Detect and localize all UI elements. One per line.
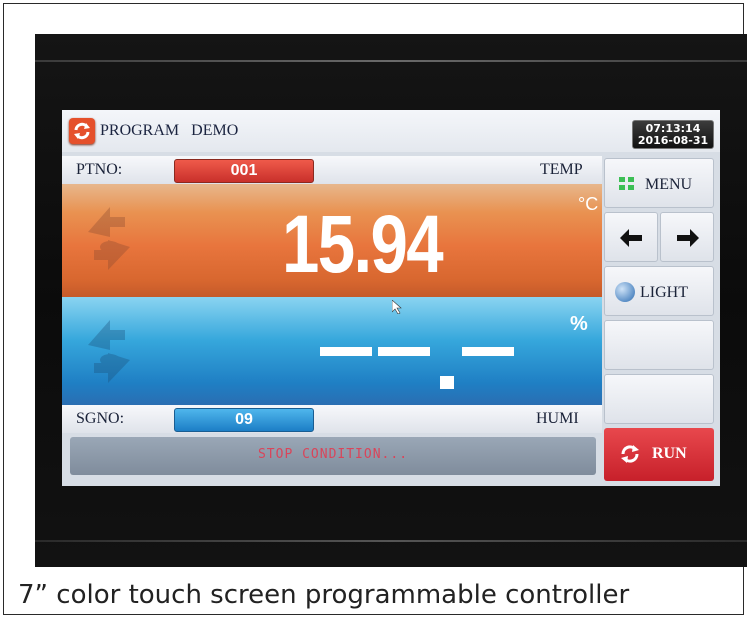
controller-screen: PROGRAM DEMO 07:13:14 2016-08-31 PTNO: 0…: [62, 110, 720, 486]
temp-trend-icon: [88, 207, 130, 270]
humi-dash-2: [378, 347, 430, 356]
arrow-left-button[interactable]: [604, 212, 658, 262]
blank-button-2[interactable]: [604, 374, 714, 424]
ptno-label: PTNO:: [76, 161, 123, 178]
program-title: PROGRAM DEMO: [100, 122, 239, 139]
run-label: RUN: [652, 445, 687, 462]
program-refresh-icon[interactable]: [69, 118, 95, 144]
arrow-right-button[interactable]: [660, 212, 714, 262]
humidity-panel: %: [62, 297, 602, 405]
humi-dash-1: [320, 347, 372, 356]
arrow-left-icon: [620, 229, 642, 247]
humi-dash-3: [462, 347, 514, 356]
run-button[interactable]: RUN: [604, 428, 714, 481]
status-text: STOP CONDITION...: [257, 447, 409, 462]
clock-date: 2016-08-31: [637, 134, 709, 147]
temp-section-label: TEMP: [540, 161, 583, 178]
sgno-label: SGNO:: [76, 410, 125, 427]
datetime-display: 07:13:14 2016-08-31: [632, 120, 714, 149]
blank-button-1[interactable]: [604, 320, 714, 370]
menu-grid-icon: [619, 177, 634, 190]
bezel-highlight-bottom: [35, 540, 747, 542]
temp-unit: °C: [578, 194, 599, 214]
header-bar: PROGRAM DEMO 07:13:14 2016-08-31: [62, 110, 720, 152]
light-button[interactable]: LIGHT: [604, 266, 714, 316]
bezel-highlight-top: [35, 60, 747, 62]
light-indicator-icon: [615, 282, 635, 302]
menu-label: MENU: [645, 176, 693, 193]
humi-info-row: SGNO: 09 HUMI: [62, 405, 602, 433]
menu-button[interactable]: MENU: [604, 158, 714, 208]
arrow-right-icon: [677, 229, 699, 247]
humi-unit: %: [570, 313, 588, 335]
humi-trend-icon: [88, 320, 130, 383]
ptno-field[interactable]: 001: [174, 159, 314, 183]
run-refresh-icon: [621, 445, 639, 463]
image-caption: 7” color touch screen programmable contr…: [18, 580, 630, 610]
humi-section-label: HUMI: [536, 410, 579, 427]
pointer-cursor-icon: [392, 300, 402, 314]
sgno-field[interactable]: 09: [174, 408, 314, 432]
humi-decimal-point: [440, 376, 454, 389]
status-bar: STOP CONDITION...: [70, 437, 596, 475]
temperature-value: 15.94: [282, 199, 444, 290]
light-label: LIGHT: [640, 284, 688, 301]
temp-info-row: PTNO: 001 TEMP: [62, 156, 602, 184]
